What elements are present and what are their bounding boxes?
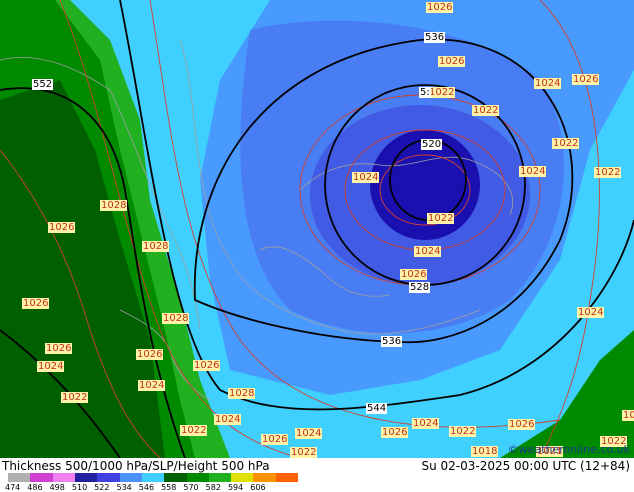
map-footer: ©weatheronline.co.uk Thickness 500/1000 … [0,443,634,492]
slp-label: 1022 [180,425,208,436]
slp-label: 1022 [594,167,622,178]
height-label: 544 [366,403,388,414]
height-label: 536 [424,32,446,43]
slp-label: 1024 [519,166,547,177]
slp-label: 1026 [45,343,73,354]
slp-label: 1026 [426,2,454,13]
scale-label: 594 [227,483,244,492]
scale-swatch [164,473,187,482]
color-scale-bar [8,473,299,482]
slp-label: 1024 [352,172,380,183]
scale-swatch [97,473,120,482]
slp-label: 1022 [552,138,580,149]
scale-swatch [186,473,209,482]
slp-label: 1024 [534,78,562,89]
slp-label: 1028 [142,241,170,252]
scale-label: 534 [116,483,132,492]
slp-label: 1026 [438,56,466,67]
slp-label: 1026 [400,269,428,280]
slp-label: 1024 [138,380,166,391]
slp-label: 1026 [572,74,600,85]
slp-label: 1022 [428,87,456,98]
forecast-datetime: Su 02-03-2025 00:00 UTC (12+84) [421,459,630,473]
height-label: 528 [409,282,431,293]
scale-label: 474 [5,483,21,492]
slp-label: 1024 [414,246,442,257]
scale-swatch [253,473,276,482]
scale-label: 510 [71,483,88,492]
slp-label: 1024 [412,418,440,429]
slp-label: 1028 [228,388,256,399]
scale-swatch [275,473,299,482]
color-scale-labels: 474 486 498 510 522 534 546 558 570 582 … [5,483,273,492]
scale-label: 558 [161,483,177,492]
slp-label: 1026 [22,298,50,309]
scale-label: 486 [27,483,43,492]
scale-label: 498 [49,483,65,492]
scale-label: 522 [94,483,110,492]
slp-label: 1026 [261,434,289,445]
height-label: 520 [421,139,443,150]
scale-label: 582 [205,483,221,492]
slp-label: 1026 [193,360,221,371]
slp-label: 1026 [48,222,76,233]
weather-map: 1026 1026 1024 1026 1022 1022 1022 1024 … [0,0,634,490]
slp-label: 1022 [290,447,318,458]
height-label: 536 [381,336,403,347]
slp-label: 1022 [449,426,477,437]
slp-label: 1026 [136,349,164,360]
scale-swatch [231,473,254,482]
scale-swatch [8,473,31,482]
slp-label: 1024 [295,428,323,439]
slp-label: 1028 [100,200,128,211]
scale-label: 606 [250,483,266,492]
slp-label: 1024 [577,307,605,318]
slp-label: 1028 [162,313,190,324]
scale-label: 546 [138,483,155,492]
slp-label: 1026 [508,419,536,430]
slp-label: 1024 [214,414,242,425]
map-title: Thickness 500/1000 hPa/SLP/Height 500 hP… [2,459,270,473]
slp-label: 1022 [472,105,500,116]
slp-label: 1018 [471,446,499,457]
slp-label: 102 [622,410,634,421]
slp-label: 1026 [381,427,409,438]
slp-label: 1022 [61,392,89,403]
credit-text[interactable]: ©weatheronline.co.uk [508,443,630,456]
scale-swatch [208,473,232,482]
map-canvas [0,0,634,458]
scale-swatch [119,473,142,482]
scale-swatch [74,473,98,482]
slp-label: 1022 [427,213,455,224]
scale-swatch [52,473,75,482]
scale-swatch [30,473,53,482]
scale-swatch [141,473,165,482]
height-label: 552 [32,79,54,90]
height-label: 5: [419,87,431,98]
slp-label: 1024 [37,361,65,372]
scale-label: 570 [183,483,199,492]
